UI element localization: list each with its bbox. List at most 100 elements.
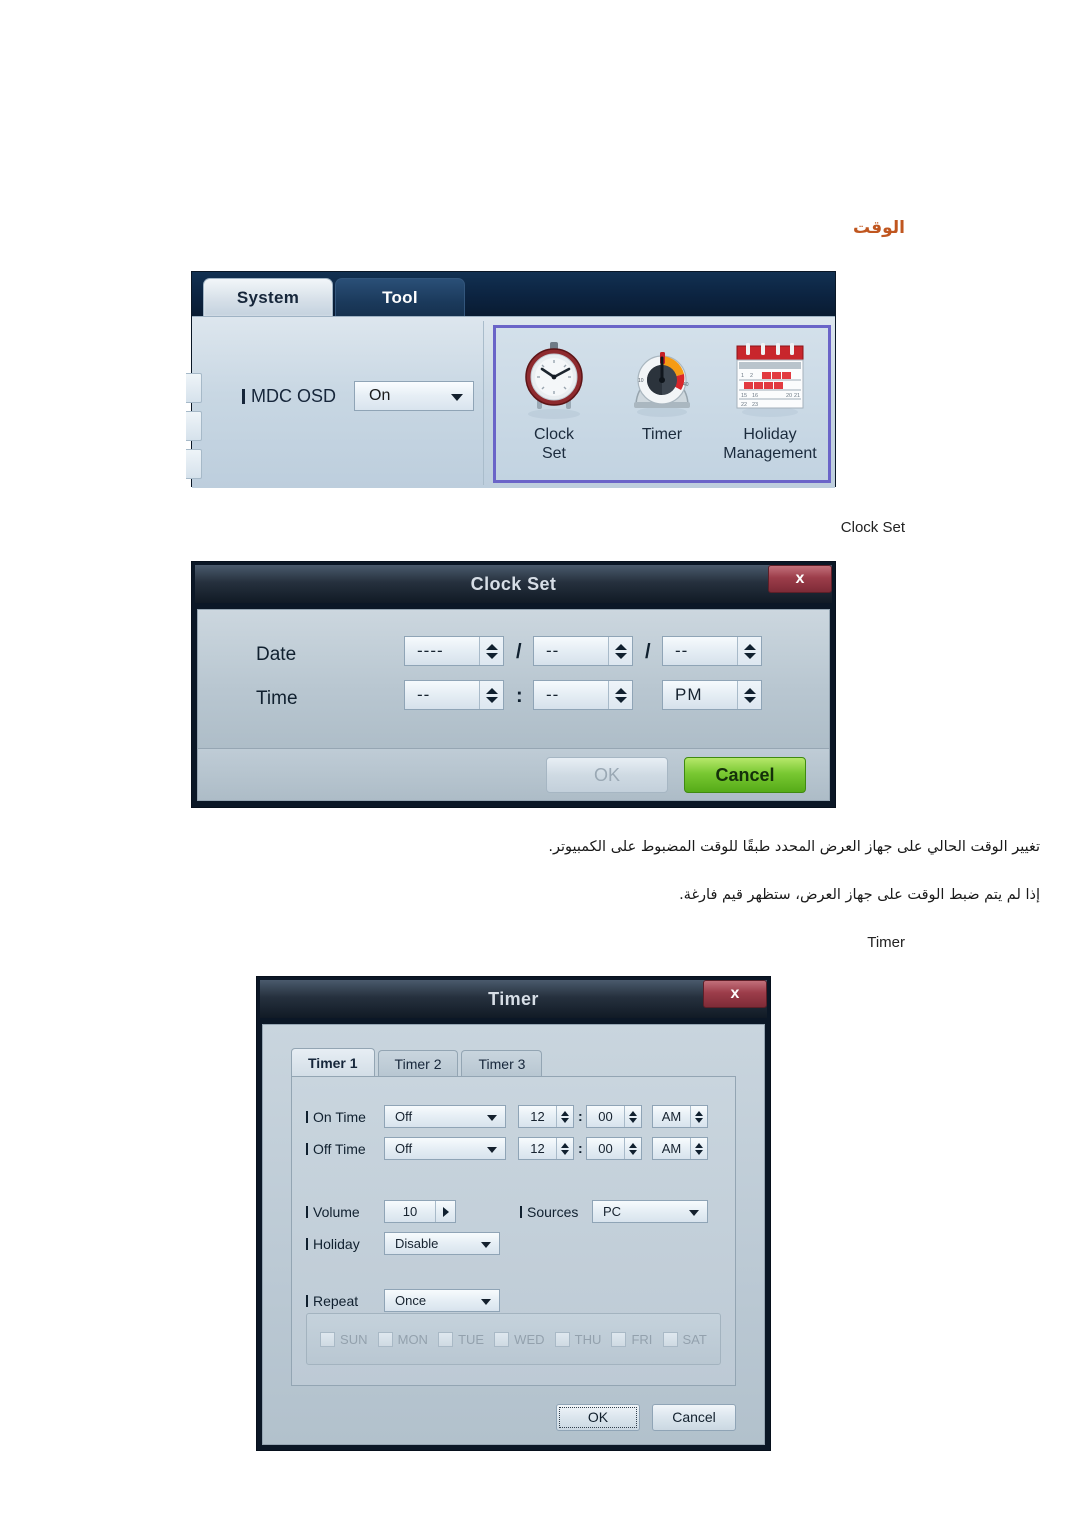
on-time-label: On Time — [306, 1109, 366, 1125]
spinner-arrows[interactable] — [737, 637, 761, 665]
checkbox-icon[interactable] — [438, 1331, 454, 1347]
repeat-label: Repeat — [306, 1293, 358, 1309]
on-time-mode-dropdown[interactable]: Off — [384, 1105, 506, 1128]
spinner-arrows[interactable] — [479, 637, 503, 665]
date-day-spinner[interactable]: -- — [662, 636, 762, 666]
page-root: الوقت System Tool MDC OSD On Clock Set 1… — [0, 0, 1080, 1527]
tab-tool[interactable]: Tool — [335, 278, 465, 317]
spinner-up-icon[interactable] — [629, 1110, 637, 1116]
checkbox-icon[interactable] — [662, 1331, 678, 1347]
off-time-mode-dropdown[interactable]: Off — [384, 1137, 506, 1160]
spinner-down-icon[interactable] — [485, 652, 498, 659]
timer-ok-button[interactable]: OK — [556, 1403, 640, 1431]
spinner-arrows[interactable] — [737, 681, 761, 709]
date-separator-1: / — [516, 641, 522, 663]
checkbox-icon[interactable] — [320, 1331, 336, 1347]
spinner-arrows[interactable] — [608, 681, 632, 709]
ribbon-button-timer[interactable]: 10 40 Timer — [608, 334, 716, 476]
checkbox-icon[interactable] — [611, 1331, 627, 1347]
spinner-up-icon[interactable] — [695, 1142, 703, 1148]
ribbon-button-holiday-management[interactable]: 12 15 16 20 21 22 23 Holiday Management — [716, 334, 824, 476]
close-icon[interactable]: x — [703, 980, 767, 1008]
spinner-up-icon[interactable] — [485, 687, 498, 694]
weekday-checkbox-fri[interactable]: FRI — [611, 1331, 652, 1347]
checkbox-icon[interactable] — [494, 1331, 510, 1347]
weekday-checkbox-tue[interactable]: TUE — [438, 1331, 484, 1347]
spinner-up-icon[interactable] — [485, 643, 498, 650]
weekday-label: WED — [514, 1331, 545, 1347]
svg-text:16: 16 — [752, 393, 758, 399]
volume-stepper[interactable]: 10 — [384, 1200, 456, 1223]
spinner-arrows[interactable] — [624, 1106, 641, 1127]
weekday-checkbox-wed[interactable]: WED — [494, 1331, 545, 1347]
clock-set-ok-button[interactable]: OK — [546, 757, 668, 793]
spinner-up-icon[interactable] — [743, 643, 756, 650]
spinner-arrows[interactable] — [556, 1106, 573, 1127]
sources-label: Sources — [520, 1204, 578, 1220]
weekday-checkbox-sun[interactable]: SUN — [320, 1331, 368, 1347]
checkbox-icon[interactable] — [377, 1331, 393, 1347]
timer-cancel-button[interactable]: Cancel — [652, 1403, 736, 1431]
tab-timer-3[interactable]: Timer 3 — [461, 1050, 543, 1077]
spinner-arrows[interactable] — [608, 637, 632, 665]
spinner-down-icon[interactable] — [743, 652, 756, 659]
spinner-arrows[interactable] — [690, 1106, 707, 1127]
on-time-meridiem-spinner[interactable]: AM — [652, 1105, 708, 1128]
sources-dropdown[interactable]: PC — [592, 1200, 708, 1223]
off-time-hour-spinner[interactable]: 12 — [518, 1137, 574, 1160]
caption-timer: Timer — [867, 934, 905, 951]
spinner-up-icon[interactable] — [614, 643, 627, 650]
on-time-minute-spinner[interactable]: 00 — [586, 1105, 642, 1128]
spinner-arrows[interactable] — [690, 1138, 707, 1159]
spinner-up-icon[interactable] — [561, 1142, 569, 1148]
spinner-arrows[interactable] — [479, 681, 503, 709]
off-time-hour-value: 12 — [530, 1141, 545, 1156]
spinner-down-icon[interactable] — [561, 1117, 569, 1123]
time-separator: : — [516, 685, 523, 707]
spinner-down-icon[interactable] — [629, 1149, 637, 1155]
off-time-meridiem-spinner[interactable]: AM — [652, 1137, 708, 1160]
tab-system[interactable]: System — [203, 278, 333, 317]
time-minute-spinner[interactable]: -- — [533, 680, 633, 710]
checkbox-icon[interactable] — [554, 1331, 570, 1347]
spinner-down-icon[interactable] — [743, 696, 756, 703]
clipped-control-3 — [186, 449, 202, 479]
weekday-checkbox-sat[interactable]: SAT — [662, 1331, 707, 1347]
holiday-dropdown[interactable]: Disable — [384, 1232, 500, 1255]
spinner-up-icon[interactable] — [614, 687, 627, 694]
chevron-down-icon — [481, 1241, 491, 1248]
tab-timer-2[interactable]: Timer 2 — [377, 1050, 459, 1077]
on-time-hour-spinner[interactable]: 12 — [518, 1105, 574, 1128]
time-meridiem-spinner[interactable]: PM — [662, 680, 762, 710]
date-month-spinner[interactable]: -- — [533, 636, 633, 666]
ribbon-button-clock-set[interactable]: Clock Set — [500, 334, 608, 476]
ribbon-button-holiday-management-label: Holiday Management — [723, 426, 817, 462]
spinner-down-icon[interactable] — [614, 696, 627, 703]
spinner-down-icon[interactable] — [695, 1149, 703, 1155]
volume-increase-icon[interactable] — [435, 1201, 455, 1222]
weekday-checkbox-mon[interactable]: MON — [377, 1331, 428, 1347]
spinner-down-icon[interactable] — [629, 1117, 637, 1123]
date-day-value: -- — [675, 641, 689, 660]
spinner-up-icon[interactable] — [561, 1110, 569, 1116]
svg-text:22: 22 — [741, 402, 747, 408]
spinner-arrows[interactable] — [624, 1138, 641, 1159]
mdc-osd-dropdown[interactable]: On — [354, 381, 474, 411]
clock-set-cancel-button[interactable]: Cancel — [684, 757, 806, 793]
spinner-down-icon[interactable] — [695, 1117, 703, 1123]
spinner-down-icon[interactable] — [561, 1149, 569, 1155]
date-year-spinner[interactable]: ---- — [404, 636, 504, 666]
time-hour-spinner[interactable]: -- — [404, 680, 504, 710]
close-icon[interactable]: x — [768, 565, 832, 593]
off-time-minute-spinner[interactable]: 00 — [586, 1137, 642, 1160]
clock-set-dialog: Clock Set x Date ---- / -- / -- Time -- … — [191, 561, 836, 808]
spinner-arrows[interactable] — [556, 1138, 573, 1159]
spinner-up-icon[interactable] — [743, 687, 756, 694]
spinner-up-icon[interactable] — [695, 1110, 703, 1116]
repeat-dropdown[interactable]: Once — [384, 1289, 500, 1312]
tab-timer-1[interactable]: Timer 1 — [291, 1048, 375, 1077]
spinner-down-icon[interactable] — [614, 652, 627, 659]
spinner-down-icon[interactable] — [485, 696, 498, 703]
weekday-checkbox-thu[interactable]: THU — [554, 1331, 601, 1347]
spinner-up-icon[interactable] — [629, 1142, 637, 1148]
